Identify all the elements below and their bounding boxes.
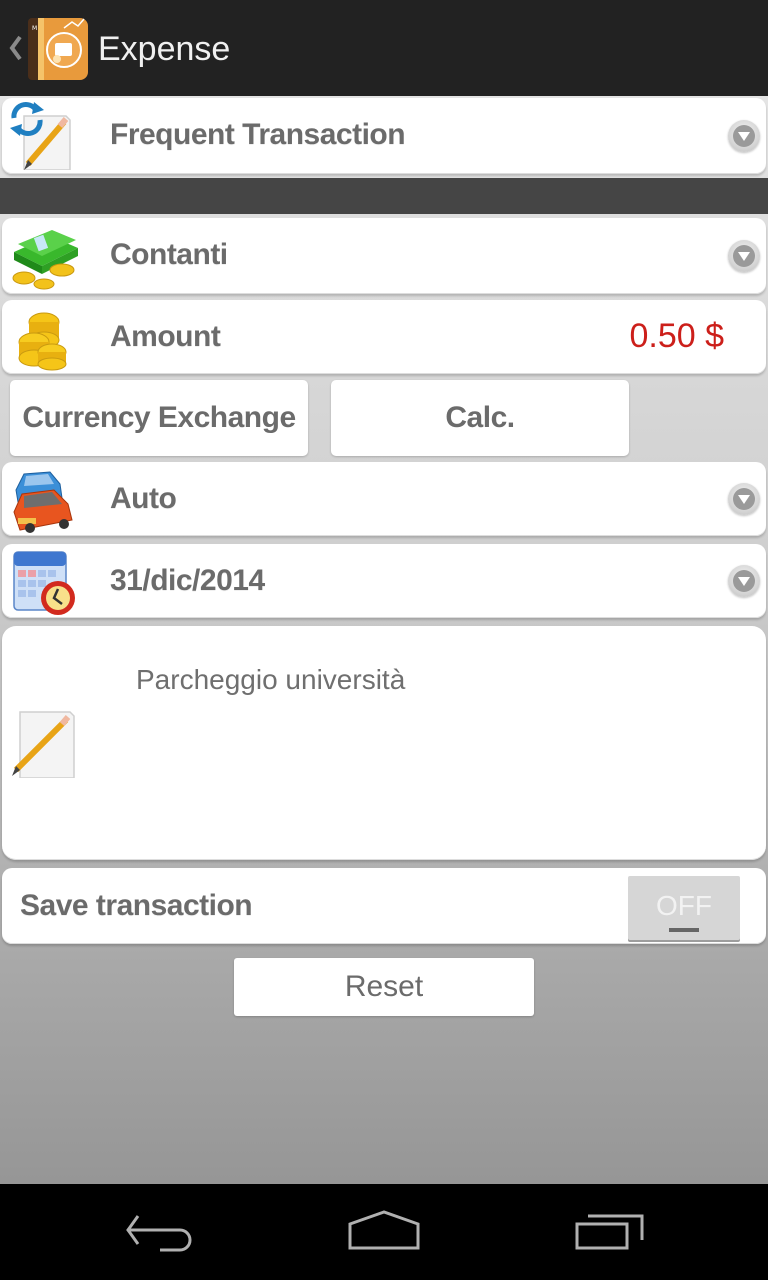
calc-button[interactable]: Calc. [331, 380, 629, 456]
note-text[interactable]: Parcheggio università [136, 664, 405, 696]
frequent-transaction-icon [10, 102, 71, 170]
toggle-indicator [669, 928, 699, 932]
chevron-down-icon[interactable] [728, 565, 760, 597]
currency-exchange-button[interactable]: Currency Exchange [10, 380, 308, 456]
save-transaction-toggle[interactable]: OFF [628, 876, 740, 940]
action-bar: M Expense [0, 0, 768, 96]
content-area: Frequent Transaction Contanti Amount 0.5… [0, 96, 768, 1184]
category-row[interactable]: Auto [2, 462, 766, 536]
chevron-down-icon[interactable] [728, 240, 760, 272]
frequent-transaction-row[interactable]: Frequent Transaction [2, 98, 766, 174]
cash-icon [12, 230, 78, 290]
reset-button[interactable]: Reset [234, 958, 534, 1016]
save-transaction-row: Save transaction OFF [2, 868, 766, 944]
page-title: Expense [98, 30, 231, 68]
chevron-down-icon[interactable] [728, 120, 760, 152]
svg-text:M: M [32, 25, 37, 32]
coins-icon [18, 312, 67, 371]
divider-band [0, 178, 768, 214]
money-app-icon[interactable]: M [24, 16, 90, 82]
amount-label: Amount [110, 320, 221, 353]
date-row[interactable]: 31/dic/2014 [2, 544, 766, 618]
date-label: 31/dic/2014 [110, 564, 265, 597]
chevron-down-icon[interactable] [728, 483, 760, 515]
amount-value[interactable]: 0.50 $ [629, 317, 724, 356]
note-field[interactable]: Parcheggio università [2, 626, 766, 860]
account-row[interactable]: Contanti [2, 218, 766, 294]
back-icon[interactable] [116, 1206, 206, 1262]
calendar-clock-icon [13, 551, 75, 615]
category-label: Auto [110, 482, 177, 515]
up-caret-icon[interactable] [8, 34, 24, 62]
note-pencil-icon [12, 711, 75, 778]
system-nav-bar [0, 1184, 768, 1280]
amount-row[interactable]: Amount 0.50 $ [2, 300, 766, 374]
toggle-state: OFF [656, 890, 712, 921]
home-icon[interactable] [339, 1206, 429, 1262]
cars-icon [13, 471, 73, 533]
recents-icon[interactable] [566, 1206, 656, 1262]
frequent-transaction-label: Frequent Transaction [110, 118, 406, 151]
account-label: Contanti [110, 238, 228, 271]
save-transaction-label: Save transaction [20, 889, 253, 922]
